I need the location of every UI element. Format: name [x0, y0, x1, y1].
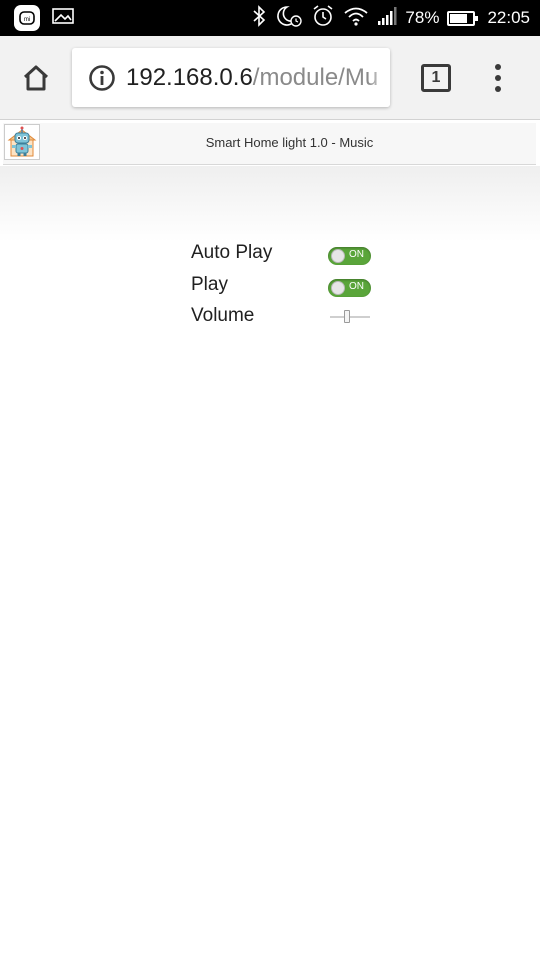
slider-thumb[interactable] — [343, 310, 350, 323]
play-label: Play — [191, 274, 228, 295]
image-icon — [52, 7, 74, 30]
info-icon[interactable] — [88, 64, 116, 92]
home-icon — [23, 65, 49, 91]
volume-label: Volume — [191, 305, 255, 326]
alarm-icon — [311, 4, 335, 33]
play-toggle[interactable]: ON — [328, 279, 371, 297]
bluetooth-icon — [251, 4, 267, 32]
url-fade — [368, 48, 390, 107]
url-host: 192.168.0.6 — [126, 63, 253, 91]
home-button[interactable] — [16, 58, 56, 98]
tab-count: 1 — [431, 69, 441, 86]
robot-icon — [7, 126, 37, 157]
volume-slider[interactable] — [330, 310, 370, 324]
header-shade — [0, 166, 540, 242]
menu-icon — [495, 64, 501, 70]
toggle-knob — [331, 281, 345, 295]
auto-play-toggle[interactable]: ON — [328, 247, 371, 265]
auto-play-label: Auto Play — [191, 242, 273, 263]
robot-logo[interactable] — [4, 124, 40, 160]
menu-icon — [495, 86, 501, 92]
web-page: Smart Home light 1.0 - Music Auto Play O… — [0, 120, 540, 960]
night-mode-icon — [275, 4, 303, 33]
tab-switcher-button[interactable]: 1 — [421, 64, 451, 92]
url-text[interactable]: 192.168.0.6/module/Mu — [126, 64, 378, 92]
battery-icon — [447, 10, 479, 26]
volume-row: Volume — [190, 303, 380, 331]
battery-fill — [450, 13, 468, 23]
auto-play-state: ON — [349, 249, 364, 260]
page-title: Smart Home light 1.0 - Music — [205, 135, 374, 150]
mi-app-icon: mi — [14, 5, 40, 31]
play-row: Play ON — [190, 272, 380, 300]
menu-icon — [495, 75, 501, 81]
status-bar: mi 78% 22:05 — [0, 0, 540, 36]
address-bar[interactable]: 192.168.0.6/module/Mu — [72, 48, 390, 107]
menu-button[interactable] — [488, 60, 508, 96]
browser-toolbar: 192.168.0.6/module/Mu 1 — [0, 36, 540, 120]
signal-icon — [377, 6, 397, 31]
wifi-icon — [343, 5, 369, 32]
auto-play-row: Auto Play ON — [190, 240, 380, 268]
clock: 22:05 — [487, 8, 530, 27]
app-header: Smart Home light 1.0 - Music — [3, 123, 536, 165]
play-state: ON — [349, 281, 364, 292]
slider-track — [330, 316, 370, 318]
svg-text:mi: mi — [24, 17, 30, 23]
toggle-knob — [331, 249, 345, 263]
url-path: /module/Mu — [252, 63, 379, 91]
battery-percent: 78% — [405, 8, 440, 27]
